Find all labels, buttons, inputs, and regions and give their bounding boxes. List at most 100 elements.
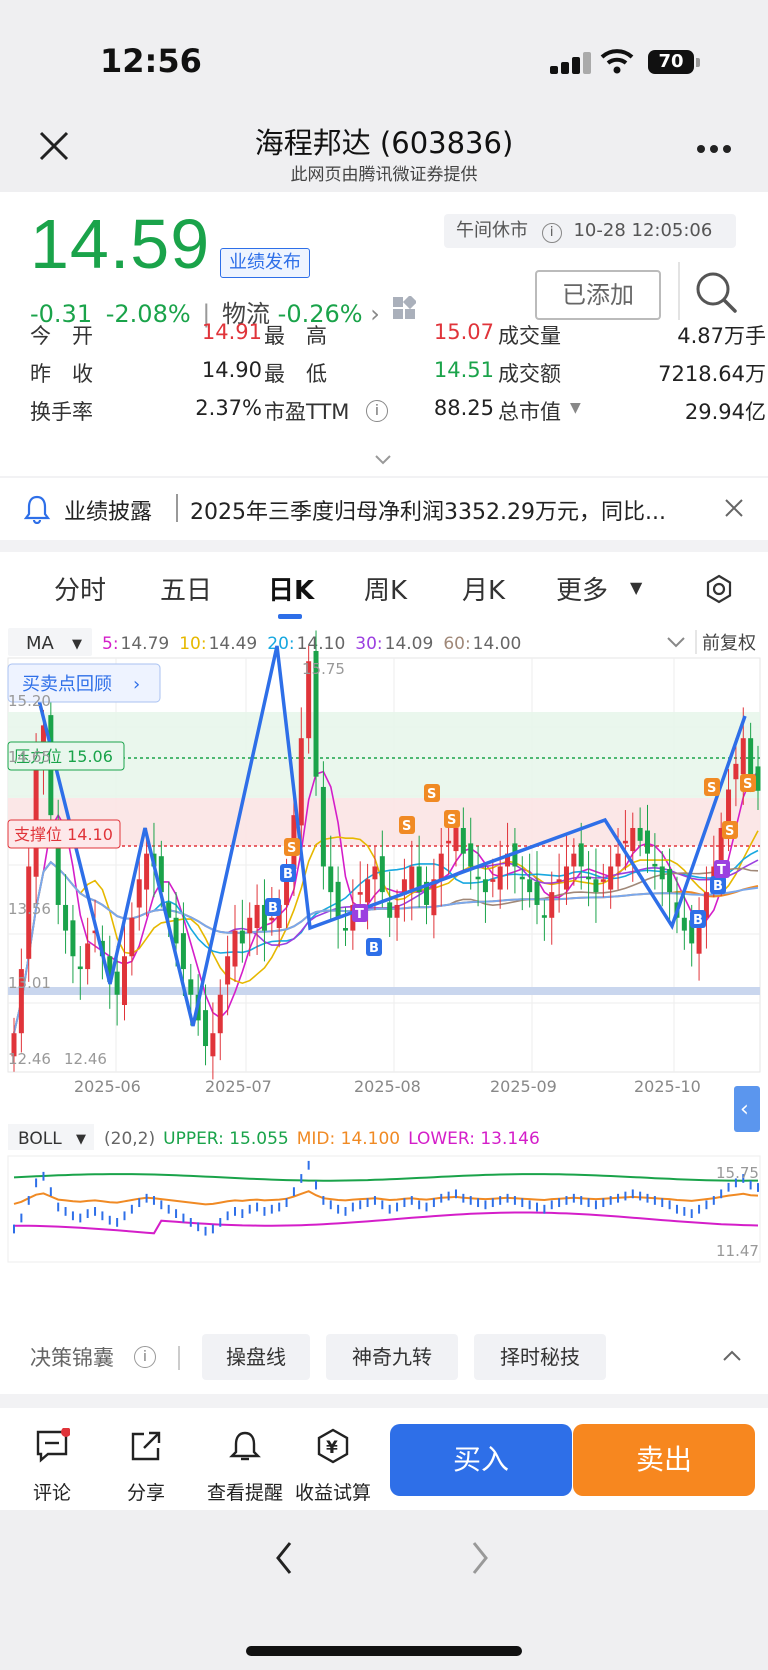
timing-tips-button[interactable]: 择时秘技 xyxy=(474,1334,606,1380)
ma-value: 14.00 xyxy=(473,634,522,654)
candle-body xyxy=(335,881,341,918)
stat-label: 最 低 xyxy=(264,362,327,386)
profit-calc-button[interactable]: ¥ 收益试算 xyxy=(288,1428,378,1504)
active-tab-indicator xyxy=(278,614,302,619)
tab-weekly-k[interactable]: 周K xyxy=(364,570,407,607)
chevron-right-icon[interactable]: › xyxy=(133,674,140,695)
tab-five-day[interactable]: 五日 xyxy=(160,570,212,607)
x-tick-label: 2025-07 xyxy=(205,1077,272,1096)
forward-arrow-icon[interactable] xyxy=(470,1540,490,1576)
search-icon[interactable] xyxy=(694,270,738,314)
candle-body xyxy=(600,879,606,882)
x-axis-labels: 2025-06 2025-07 2025-08 2025-09 2025-10 xyxy=(74,1077,701,1096)
news-label: 业绩披露 xyxy=(64,500,153,525)
y-tick-label: 14.65 xyxy=(8,748,51,766)
ma-value-label: 20: xyxy=(267,634,294,654)
info-icon[interactable]: i xyxy=(134,1346,156,1368)
boll-value: UPPER: 15.055 xyxy=(163,1129,289,1149)
stat-label[interactable]: 总市值 xyxy=(498,396,561,426)
more-icon[interactable] xyxy=(696,144,732,154)
stat-label: 今 开 xyxy=(30,324,93,348)
candle-body xyxy=(85,943,91,970)
ma-value-label: 10: xyxy=(179,634,206,654)
news-bar[interactable]: 业绩披露 2025年三季度归母净利润3352.29万元，同比... xyxy=(0,478,768,540)
trade-marker-letter: S xyxy=(447,813,456,828)
tab-monthly-k[interactable]: 月K xyxy=(462,570,505,607)
current-price: 14.59 xyxy=(30,205,211,283)
caret-down-icon[interactable]: ▼ xyxy=(630,578,642,597)
chevron-down-icon[interactable] xyxy=(667,637,685,648)
comment-button[interactable]: 评论 xyxy=(12,1428,92,1504)
chevron-down-icon[interactable] xyxy=(374,454,392,466)
x-tick-label: 2025-09 xyxy=(490,1077,557,1096)
candle-body xyxy=(740,738,746,775)
stat-value: 14.91 xyxy=(201,320,262,344)
candle-body xyxy=(615,853,621,867)
candle-body xyxy=(409,866,415,890)
chevron-left-icon[interactable]: ‹ xyxy=(740,1097,749,1122)
strategy-line-button[interactable]: 操盘线 xyxy=(202,1334,310,1380)
back-arrow-icon[interactable] xyxy=(274,1540,294,1576)
candle-body xyxy=(468,843,474,867)
candle-body xyxy=(490,879,496,882)
magic-nine-button[interactable]: 神奇九转 xyxy=(326,1334,458,1380)
close-icon[interactable] xyxy=(724,498,744,518)
trade-marker-letter: S xyxy=(725,824,734,839)
decision-title: 决策锦囊 xyxy=(30,1346,114,1370)
sell-button[interactable]: 卖出 xyxy=(573,1424,755,1496)
tab-more[interactable]: 更多 xyxy=(556,570,608,607)
ma-value: 14.09 xyxy=(385,634,434,654)
candle-body xyxy=(519,876,525,880)
candle-body xyxy=(63,904,69,931)
stat-value: 4.87万手 xyxy=(677,324,766,348)
candlestick-chart[interactable]: MA ▼ 5: 14.79 10: 14.49 20: 14.10 30: 14.09 60: 1… xyxy=(0,624,768,1324)
news-text[interactable]: 2025年三季度归母净利润3352.29万元，同比... xyxy=(190,494,710,526)
caret-down-icon[interactable]: ▼ xyxy=(76,1132,86,1147)
alert-button[interactable]: 查看提醒 xyxy=(200,1428,290,1504)
candle-body xyxy=(144,853,150,890)
candle-body xyxy=(578,843,584,867)
candle-body xyxy=(217,994,223,1034)
candle-body xyxy=(136,879,142,908)
tab-intraday[interactable]: 分时 xyxy=(54,570,106,607)
market-time-tag: 午间休市 i 10-28 12:05:06 xyxy=(444,214,736,248)
stat-label: 成交额 xyxy=(498,362,561,386)
candle-body xyxy=(203,1010,209,1047)
buy-button[interactable]: 买入 xyxy=(390,1424,572,1496)
stat-value: 29.94亿 xyxy=(684,400,766,424)
candle-body xyxy=(269,917,275,921)
yen-icon: ¥ xyxy=(317,1428,349,1464)
candle-body xyxy=(475,876,481,880)
share-button[interactable]: 分享 xyxy=(106,1428,186,1504)
adjust-mode[interactable]: 前复权 xyxy=(702,633,756,654)
boll-value: (20,2) xyxy=(104,1129,155,1149)
divider xyxy=(178,1346,180,1370)
candle-body xyxy=(637,827,643,841)
candle-body xyxy=(681,917,687,931)
candle-body xyxy=(733,763,739,780)
tab-daily-k[interactable]: 日K xyxy=(268,570,314,607)
grid-icon[interactable] xyxy=(392,296,416,320)
candle-body xyxy=(549,892,555,918)
watchlist-added-button[interactable]: 已添加 xyxy=(535,270,661,320)
battery-icon: 70 xyxy=(648,50,694,74)
settings-icon[interactable] xyxy=(704,574,734,604)
boll-label: BOLL xyxy=(18,1129,62,1149)
dropdown-icon[interactable]: ▼ xyxy=(570,400,581,416)
candle-body xyxy=(563,866,569,890)
trade-marker-letter: S xyxy=(427,787,436,802)
earnings-badge[interactable]: 业绩发布 xyxy=(220,248,310,278)
candle-body xyxy=(254,904,260,929)
stat-value: 15.07 xyxy=(433,320,494,344)
ma-value-label: 5: xyxy=(102,634,119,654)
info-icon[interactable]: i xyxy=(541,223,562,243)
candle-body xyxy=(497,866,503,890)
candle-body xyxy=(70,920,76,957)
trade-marker-letter: S xyxy=(707,781,716,796)
chevron-up-icon[interactable] xyxy=(722,1350,742,1362)
ma-values: 5: 14.79 10: 14.49 20: 14.10 30: 14.09 60: 14.00 xyxy=(102,634,521,654)
caret-down-icon[interactable]: ▼ xyxy=(72,637,82,652)
boll-min-label: 11.47 xyxy=(716,1242,759,1260)
stats-grid: 今 开 14.91 最 高 15.07 成交量 4.87万手 昨 收 14.90… xyxy=(30,320,766,440)
trade-marker-letter: B xyxy=(693,913,703,928)
